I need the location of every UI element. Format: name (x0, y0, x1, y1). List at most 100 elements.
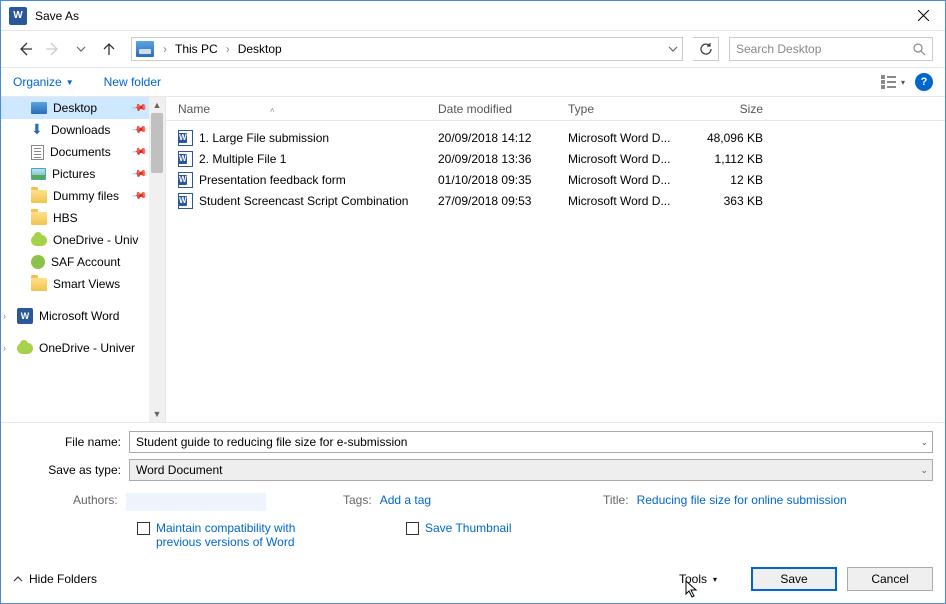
pin-icon: 📌 (130, 166, 147, 182)
nav-forward-button (41, 37, 65, 61)
arrow-left-icon (17, 41, 33, 57)
column-type[interactable]: Type (568, 102, 683, 116)
sidebar-item-smart-views[interactable]: Smart Views (1, 273, 165, 295)
file-name: 1. Large File submission (199, 131, 329, 145)
cancel-button[interactable]: Cancel (847, 567, 933, 591)
organize-button[interactable]: Organize ▼ (13, 75, 74, 89)
toolbar: Organize ▼ New folder ▾ ? (1, 67, 945, 97)
sidebar-item-saf-account[interactable]: SAF Account (1, 251, 165, 273)
titlebar: W Save As (1, 1, 945, 31)
triangle-down-icon: ▾ (901, 78, 905, 87)
thumbnail-checkbox[interactable] (406, 522, 419, 535)
expand-icon[interactable]: › (3, 343, 6, 353)
arrow-up-icon (101, 41, 117, 57)
save-type-label: Save as type: (13, 463, 129, 477)
tools-button[interactable]: Tools ▾ (655, 568, 741, 590)
file-name: Presentation feedback form (199, 173, 346, 187)
sidebar-item-desktop[interactable]: Desktop📌 (1, 97, 165, 119)
view-options-button[interactable]: ▾ (881, 75, 905, 89)
nav-recent-button[interactable] (69, 37, 93, 61)
tags-label: Tags: (343, 493, 372, 507)
pin-icon: 📌 (130, 144, 147, 160)
chevron-down-icon[interactable]: ⌄ (920, 437, 928, 448)
window-title: Save As (35, 9, 901, 23)
breadcrumb-desktop[interactable]: Desktop (235, 42, 285, 56)
compat-checkbox[interactable] (137, 522, 150, 535)
sidebar-root-microsoft-word[interactable]: ›WMicrosoft Word (1, 305, 165, 327)
chevron-down-icon[interactable]: ⌄ (920, 465, 928, 476)
save-button[interactable]: Save (751, 567, 837, 591)
organize-label: Organize (13, 75, 62, 89)
scrollbar[interactable]: ▲ ▼ (149, 97, 165, 422)
pin-icon: 📌 (130, 100, 147, 116)
word-doc-icon (178, 130, 193, 146)
scroll-up-icon[interactable]: ▲ (149, 97, 165, 113)
file-name-input[interactable]: Student guide to reducing file size for … (129, 431, 933, 453)
folder-tree[interactable]: Desktop📌Downloads📌Documents📌Pictures📌Dum… (1, 97, 166, 422)
file-size: 12 KB (683, 173, 763, 187)
hide-folders-button[interactable]: Hide Folders (13, 572, 97, 586)
file-list: Name˄ Date modified Type Size 1. Large F… (166, 97, 945, 422)
title-meta-label: Title: (603, 493, 629, 507)
compat-label[interactable]: Maintain compatibility with previous ver… (156, 521, 306, 549)
authors-input[interactable] (126, 493, 266, 511)
file-date: 20/09/2018 13:36 (438, 152, 568, 166)
file-row[interactable]: Student Screencast Script Combination27/… (166, 190, 945, 211)
sidebar-item-label: Downloads (51, 123, 110, 137)
sidebar-item-hbs[interactable]: HBS (1, 207, 165, 229)
file-date: 27/09/2018 09:53 (438, 194, 568, 208)
file-row[interactable]: 2. Multiple File 1 20/09/2018 13:36Micros… (166, 148, 945, 169)
column-name[interactable]: Name˄ (178, 102, 438, 116)
title-meta-input[interactable]: Reducing file size for online submission (637, 493, 847, 507)
expand-icon[interactable]: › (3, 311, 6, 321)
sidebar-item-label: Smart Views (53, 277, 120, 291)
new-folder-button[interactable]: New folder (104, 75, 161, 89)
column-size[interactable]: Size (683, 102, 763, 116)
scroll-thumb[interactable] (151, 113, 163, 173)
close-icon (918, 10, 929, 21)
nav-up-button[interactable] (97, 37, 121, 61)
file-size: 48,096 KB (683, 131, 763, 145)
sidebar-item-pictures[interactable]: Pictures📌 (1, 163, 165, 185)
word-doc-icon (178, 151, 193, 167)
file-name: 2. Multiple File 1 (199, 152, 286, 166)
thumbnail-label[interactable]: Save Thumbnail (425, 521, 512, 535)
file-row[interactable]: Presentation feedback form 01/10/2018 09:… (166, 169, 945, 190)
file-type: Microsoft Word D... (568, 131, 683, 145)
save-as-dialog: W Save As › This PC › Desktop (0, 0, 946, 604)
refresh-icon (699, 42, 713, 56)
save-type-value: Word Document (136, 463, 222, 477)
chevron-down-icon[interactable] (668, 44, 678, 54)
sidebar-item-label: Documents (50, 145, 111, 159)
breadcrumb[interactable]: › This PC › Desktop (131, 37, 683, 61)
sort-asc-icon: ˄ (270, 106, 275, 115)
arrow-right-icon (45, 41, 61, 57)
nav-back-button[interactable] (13, 37, 37, 61)
column-date[interactable]: Date modified (438, 102, 568, 116)
close-button[interactable] (901, 1, 945, 31)
file-name-label: File name: (13, 435, 129, 449)
column-headers[interactable]: Name˄ Date modified Type Size (166, 97, 945, 121)
tools-label: Tools (679, 572, 707, 586)
save-type-select[interactable]: Word Document ⌄ (129, 459, 933, 481)
sidebar-item-documents[interactable]: Documents 📌 (1, 141, 165, 163)
tags-input[interactable]: Add a tag (380, 493, 431, 507)
sidebar-item-onedrive---univ[interactable]: OneDrive - Univ (1, 229, 165, 251)
hide-folders-label: Hide Folders (29, 572, 97, 586)
file-row[interactable]: 1. Large File submission20/09/2018 14:12… (166, 127, 945, 148)
help-button[interactable]: ? (915, 73, 933, 91)
sidebar-item-dummy-files[interactable]: Dummy files📌 (1, 185, 165, 207)
scroll-down-icon[interactable]: ▼ (149, 406, 165, 422)
monitor-icon (136, 41, 154, 57)
refresh-button[interactable] (693, 37, 719, 61)
word-doc-icon (178, 193, 193, 209)
chevron-down-icon (76, 44, 86, 54)
breadcrumb-this-pc[interactable]: This PC (172, 42, 221, 56)
word-app-icon: W (9, 7, 27, 25)
sidebar-item-downloads[interactable]: Downloads📌 (1, 119, 165, 141)
file-date: 01/10/2018 09:35 (438, 173, 568, 187)
file-type: Microsoft Word D... (568, 152, 683, 166)
sidebar-root-onedrive-univer[interactable]: ›OneDrive - Univer (1, 337, 165, 359)
search-input[interactable]: Search Desktop (729, 37, 933, 61)
sidebar-item-label: OneDrive - Univ (53, 233, 138, 247)
